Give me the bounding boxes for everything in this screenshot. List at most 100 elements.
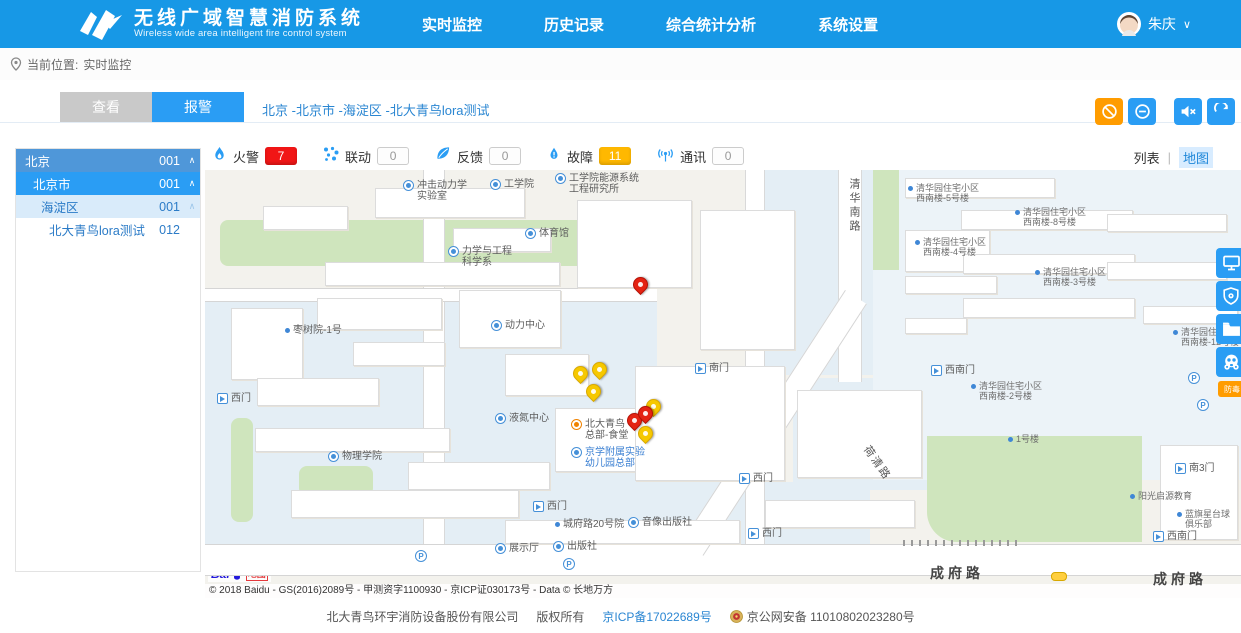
main-nav: 实时监控 历史记录 综合统计分析 系统设置: [422, 14, 878, 35]
poi-dot-icon: [915, 240, 920, 245]
view-toggle-list[interactable]: 列表: [1134, 148, 1160, 167]
map-label: 液氮中心: [495, 413, 549, 424]
map-building: [1107, 214, 1227, 232]
tree-item-0[interactable]: 北京 001 ∧: [16, 149, 200, 172]
parking-icon: P: [415, 550, 427, 562]
refresh-button[interactable]: [1207, 98, 1235, 125]
map-shape: [873, 170, 899, 270]
map-label-text: 清华南路: [848, 178, 859, 234]
map-label: P: [1197, 399, 1209, 411]
map-building: [635, 366, 785, 481]
map-label-text: 冲击动力学 实验室: [417, 180, 467, 202]
tree-item-3[interactable]: 北大青鸟lora测试 012: [16, 218, 200, 241]
poi-dot-icon: [1130, 494, 1135, 499]
map-label: 1号楼: [1008, 434, 1039, 444]
map-label: 成府路: [1153, 574, 1207, 585]
side-tag[interactable]: 防毒: [1218, 381, 1241, 397]
user-menu[interactable]: 朱庆 ∨: [1117, 0, 1191, 48]
map-label-text: 出版社: [567, 541, 597, 552]
shield-icon: [1222, 287, 1240, 306]
leaf-icon: [435, 146, 451, 166]
side-button-shield[interactable]: [1216, 281, 1241, 311]
map-label: 西门: [748, 528, 782, 539]
poi-icon: [403, 180, 414, 191]
ban-button[interactable]: [1095, 98, 1123, 125]
minus-button[interactable]: [1128, 98, 1156, 125]
chevron-up-icon[interactable]: ∧: [184, 201, 200, 212]
poi-dot-icon: [1177, 512, 1182, 517]
chevron-up-icon[interactable]: ∧: [184, 178, 200, 189]
gate-icon: [533, 501, 544, 512]
linkage-count[interactable]: 0: [377, 147, 409, 165]
poi-icon: [495, 543, 506, 554]
side-button-monitor[interactable]: [1216, 248, 1241, 278]
nav-item-statistics[interactable]: 综合统计分析: [666, 14, 756, 35]
map-label-text: 音像出版社: [642, 517, 692, 528]
poi-icon: [328, 451, 339, 462]
map-label: 蓝旗星台球 俱乐部: [1177, 509, 1230, 529]
feedback-count[interactable]: 0: [489, 147, 521, 165]
tab-alarm[interactable]: 报警: [152, 92, 244, 122]
side-button-folder[interactable]: [1216, 314, 1241, 344]
gasmask-icon: [1222, 353, 1241, 372]
map-label: 展示厅: [495, 543, 539, 554]
map-shape: [927, 436, 1142, 542]
nav-item-history[interactable]: 历史记录: [544, 14, 604, 35]
poi-icon: [495, 413, 506, 424]
app-title: 无线广域智慧消防系统: [134, 9, 364, 29]
map-building: [408, 462, 550, 490]
map-label: 音像出版社: [628, 517, 692, 528]
footer-police: 京公网安备 11010802023280号: [747, 608, 915, 625]
tab-view[interactable]: 查看: [60, 92, 152, 122]
map-label: 西南门: [1153, 531, 1197, 542]
map-label-text: 城府路20号院: [563, 519, 624, 530]
map-label: 西门: [217, 393, 251, 404]
map-label-text: 西门: [762, 528, 782, 539]
fault-count[interactable]: 11: [599, 147, 631, 165]
map-label-text: 清华园住宅小区 西南楼-3号楼: [1043, 267, 1106, 287]
map-building: [963, 298, 1135, 318]
poi-dot-icon: [908, 186, 913, 191]
map-label: P: [563, 558, 575, 570]
drop-icon: [547, 146, 561, 167]
nav-item-settings[interactable]: 系统设置: [818, 14, 878, 35]
nav-item-realtime-monitor[interactable]: 实时监控: [422, 14, 482, 35]
map-canvas[interactable]: Bai 地图 © 2018 Baidu - GS(2016)2089号 - 甲测…: [205, 170, 1241, 598]
tree-item-1[interactable]: 北京市 001 ∧: [16, 172, 200, 195]
view-toggle-map[interactable]: 地图: [1179, 147, 1213, 168]
map-toolbar: [1095, 98, 1235, 125]
status-feedback: 反馈 0: [435, 146, 521, 166]
region-tree-panel: 北京 001 ∧北京市 001 ∧海淀区 001 ∧北大青鸟lora测试 012: [15, 148, 201, 572]
map-label-text: 力学与工程 科学系: [462, 246, 512, 268]
mute-button[interactable]: [1174, 98, 1202, 125]
location-path: 北京 -北京市 -海淀区 -北大青鸟lora测试: [262, 100, 490, 119]
breadcrumb-label: 当前位置:: [27, 56, 78, 73]
tree-item-count: 012: [159, 223, 180, 237]
map-building: [765, 500, 915, 528]
map-label: 物理学院: [328, 451, 382, 462]
gate-icon: [1153, 531, 1164, 542]
tree-item-label: 海淀区: [16, 197, 159, 216]
poi-dot-icon: [555, 522, 560, 527]
tree-item-2[interactable]: 海淀区 001 ∧: [16, 195, 200, 218]
map-label-text: 动力中心: [505, 320, 545, 331]
map-label-text: 体育馆: [539, 228, 569, 239]
parking-icon: P: [1197, 399, 1209, 411]
map-label: 清华园住宅小区 西南楼-3号楼: [1035, 267, 1106, 287]
map-building: [231, 308, 303, 380]
side-button-gasmask[interactable]: [1216, 347, 1241, 377]
footer-rights: 版权所有: [536, 608, 584, 625]
tab-divider: [0, 122, 1241, 123]
map-label: 南3门: [1175, 463, 1215, 474]
chevron-up-icon[interactable]: ∧: [184, 155, 200, 166]
footer-icp-link[interactable]: 京ICP备17022689号: [602, 608, 711, 625]
poi-icon: [628, 517, 639, 528]
map-label-text: 枣树院-1号: [293, 325, 342, 336]
fire-alarm-count[interactable]: 7: [265, 147, 297, 165]
map-label-text: 西门: [547, 501, 567, 512]
comm-count[interactable]: 0: [712, 147, 744, 165]
parking-icon: P: [563, 558, 575, 570]
map-label-text: 清华园住宅小区 西南楼-8号楼: [1023, 207, 1086, 227]
alarm-status-bar: 火警 7 联动 0 反馈 0 故障 11 通讯 0: [212, 143, 744, 169]
map-building: [353, 342, 445, 366]
